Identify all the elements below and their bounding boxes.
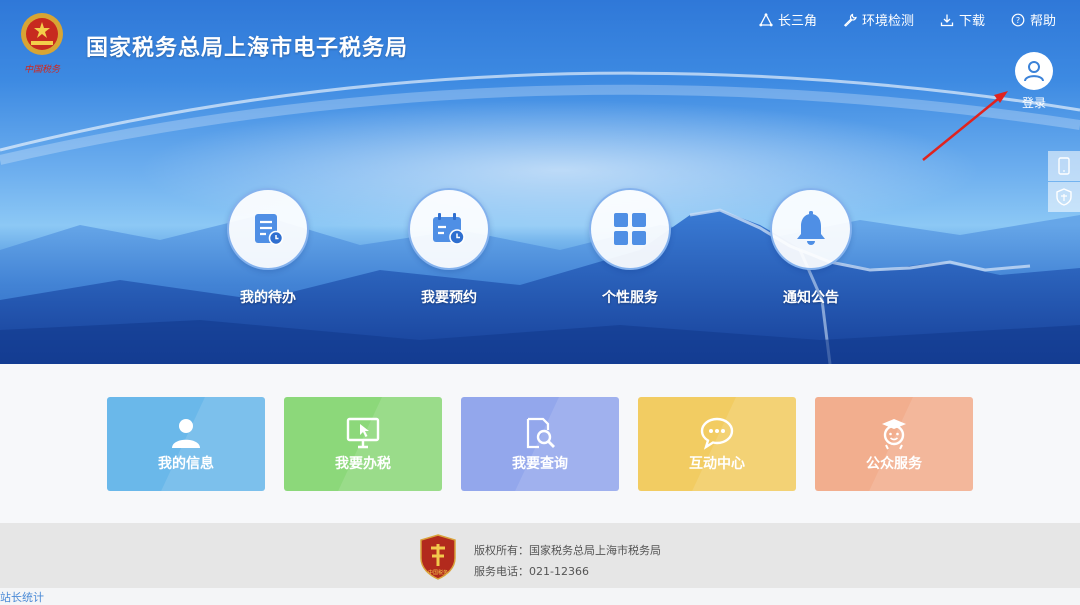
card-label: 我要办税 (335, 455, 391, 472)
footer: 中国税务 版权所有：国家税务总局上海市税务局 服务电话：021-12366 (0, 523, 1080, 588)
footer-info: 版权所有：国家税务总局上海市税务局 服务电话：021-12366 (474, 540, 661, 582)
person-icon (172, 418, 200, 448)
card-query[interactable]: 我要查询 (461, 397, 619, 491)
card-label: 我要查询 (512, 455, 568, 472)
card-label: 公众服务 (866, 455, 922, 472)
tax-shield-logo: 中国税务 (420, 534, 456, 580)
annotation-arrow (922, 91, 1008, 161)
card-public-service[interactable]: 公众服务 (815, 397, 973, 491)
card-interaction-center[interactable]: 互动中心 (638, 397, 796, 491)
monitor-cursor-icon (346, 417, 380, 448)
site-stats-link[interactable]: 站长统计 (0, 589, 44, 605)
footer-copyright: 版权所有：国家税务总局上海市税务局 (474, 544, 661, 557)
svg-text:中国税务: 中国税务 (428, 569, 448, 576)
graduate-icon (882, 418, 906, 449)
service-cards: 我的信息 我要办税 我要查询 互动中心 公众服务 (0, 364, 1080, 523)
footer-phone: 服务电话：021-12366 (474, 565, 589, 578)
card-tax-handling[interactable]: 我要办税 (284, 397, 442, 491)
chat-bubble-icon (700, 417, 734, 450)
document-search-icon (526, 417, 555, 448)
card-label: 我的信息 (158, 455, 214, 472)
hero-banner: 中国税务 国家税务总局上海市电子税务局 长三角 环境检测 下载 ? 帮助 登录 … (0, 0, 1080, 364)
card-my-info[interactable]: 我的信息 (107, 397, 265, 491)
card-label: 互动中心 (689, 455, 745, 472)
